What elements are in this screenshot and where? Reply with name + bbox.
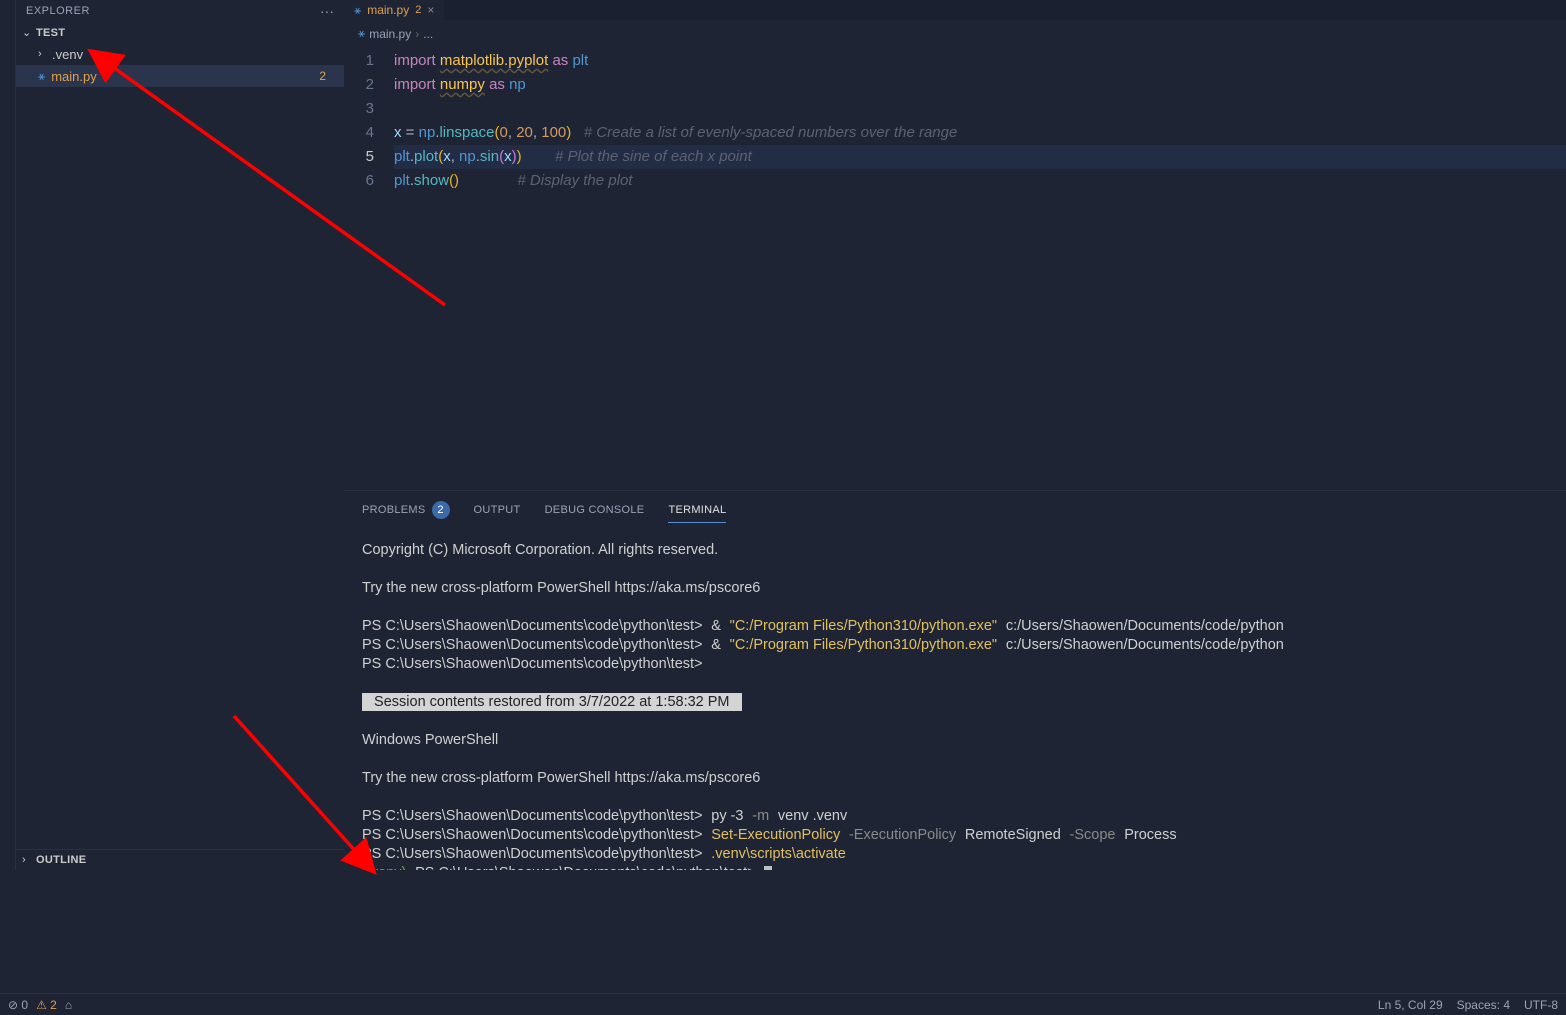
code-line: plt.plot(x, np.sin(x)) # Plot the sine o… (394, 145, 1566, 169)
status-bar[interactable]: ⊘ 0 ⚠ 2 ⌂ Ln 5, Col 29 Spaces: 4 UTF-8 (0, 993, 1566, 1015)
code-line: import matplotlib.pyplot as plt (394, 49, 1566, 73)
line-number: 5 (344, 145, 374, 169)
terminal-cursor (764, 866, 772, 871)
outline-title: OUTLINE (36, 854, 86, 866)
close-icon[interactable]: × (427, 3, 434, 17)
tab-main-py[interactable]: ⚹ main.py 2 × (344, 0, 444, 20)
tab-filename: main.py (367, 3, 409, 17)
problems-count-badge: 2 (432, 501, 450, 519)
code-line: import numpy as np (394, 73, 1566, 97)
line-number: 2 (344, 73, 374, 97)
activity-bar[interactable] (0, 0, 16, 870)
tree-folder-venv[interactable]: › .venv (16, 43, 344, 65)
outline-header[interactable]: › OUTLINE (16, 849, 344, 870)
explorer-panel: EXPLORER ··· ⌄ TEST › .venv ⚹ main.py 2 … (16, 0, 344, 870)
tree-file-main-py[interactable]: ⚹ main.py 2 (16, 65, 344, 87)
line-number: 4 (344, 121, 374, 145)
folder-label: .venv (52, 47, 83, 62)
code-content[interactable]: import matplotlib.pyplot as plt import n… (394, 49, 1566, 490)
more-icon[interactable]: ··· (320, 3, 334, 19)
session-restored-bar: Session contents restored from 3/7/2022 … (362, 693, 742, 711)
line-number: 3 (344, 97, 374, 121)
error-count[interactable]: ⊘ 0 (8, 998, 28, 1012)
panel-tabs: PROBLEMS 2 OUTPUT DEBUG CONSOLE TERMINAL (344, 491, 1566, 527)
problems-badge: 2 (319, 69, 326, 83)
panel-area: PROBLEMS 2 OUTPUT DEBUG CONSOLE TERMINAL… (344, 490, 1566, 870)
line-number: 6 (344, 169, 374, 193)
cursor-position[interactable]: Ln 5, Col 29 (1378, 998, 1443, 1012)
explorer-header: EXPLORER ··· (16, 0, 344, 22)
chevron-right-icon: › (38, 48, 50, 60)
warning-count[interactable]: ⚠ 2 (36, 998, 57, 1012)
line-gutter: 1 2 3 4 5 6 (344, 49, 394, 490)
line-number: 1 (344, 49, 374, 73)
code-line: x = np.linspace(0, 20, 100) # Create a l… (394, 121, 1566, 145)
breadcrumb-rest: ... (423, 27, 433, 41)
breadcrumb[interactable]: ⚹ main.py › ... (344, 20, 1566, 47)
tab-output[interactable]: OUTPUT (474, 504, 521, 522)
workspace-header[interactable]: ⌄ TEST (16, 22, 344, 43)
code-line (394, 97, 1566, 121)
file-tree: › .venv ⚹ main.py 2 (16, 43, 344, 849)
tab-terminal[interactable]: TERMINAL (668, 504, 726, 523)
terminal[interactable]: Copyright (C) Microsoft Corporation. All… (344, 527, 1566, 870)
code-editor[interactable]: 1 2 3 4 5 6 import matplotlib.pyplot as … (344, 47, 1566, 490)
python-file-icon: ⚹ (358, 26, 365, 41)
explorer-title: EXPLORER (26, 5, 90, 17)
chevron-right-icon: › (22, 854, 34, 866)
workspace-name: TEST (36, 27, 65, 39)
python-file-icon: ⚹ (354, 3, 361, 18)
breadcrumb-file: main.py (369, 27, 411, 41)
file-label: main.py (51, 69, 97, 84)
editor-area: ⚹ main.py 2 × ⚹ main.py › ... 1 2 3 4 5 … (344, 0, 1566, 870)
chevron-down-icon: ⌄ (22, 26, 34, 39)
encoding[interactable]: UTF-8 (1524, 998, 1558, 1012)
breadcrumb-separator: › (415, 27, 419, 41)
python-file-icon: ⚹ (38, 69, 45, 84)
tab-bar: ⚹ main.py 2 × (344, 0, 1566, 20)
tab-debug-console[interactable]: DEBUG CONSOLE (545, 504, 645, 522)
code-line: plt.show() # Display the plot (394, 169, 1566, 193)
status-right: Ln 5, Col 29 Spaces: 4 UTF-8 (1378, 998, 1558, 1012)
tab-modified-count: 2 (415, 4, 421, 16)
home-icon[interactable]: ⌂ (65, 998, 72, 1012)
tab-problems[interactable]: PROBLEMS 2 (362, 501, 450, 525)
indentation[interactable]: Spaces: 4 (1457, 998, 1510, 1012)
